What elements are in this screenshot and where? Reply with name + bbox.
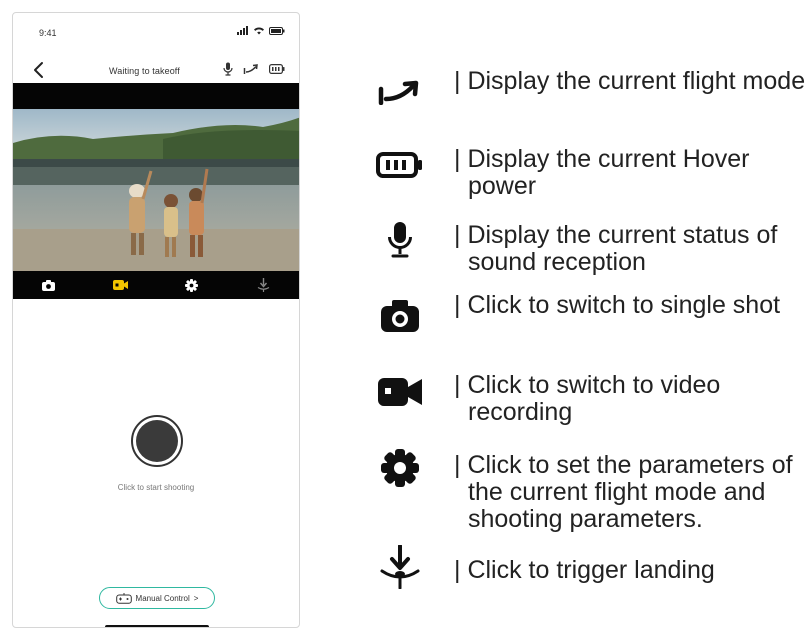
gear-icon	[185, 278, 199, 292]
status-battery-icon	[269, 26, 285, 35]
settings-button[interactable]	[182, 275, 202, 295]
home-indicator	[105, 625, 209, 627]
video-mode-button[interactable]	[110, 275, 130, 295]
camera-preview-image	[13, 109, 299, 271]
shutter-button-core	[136, 420, 178, 462]
chevron-right-icon: >	[193, 593, 199, 603]
landing-icon	[257, 278, 270, 292]
camera-icon	[42, 279, 56, 291]
battery-icon	[376, 152, 422, 178]
camera-feed	[13, 109, 299, 271]
legend-text: | Display the current Hover power	[454, 145, 750, 200]
camera-icon	[381, 300, 419, 332]
battery-icon	[269, 64, 285, 74]
landing-icon	[380, 545, 420, 589]
wifi-icon	[254, 27, 264, 35]
flight-mode-icon	[378, 80, 419, 105]
status-icons	[237, 26, 285, 35]
controller-icon	[115, 592, 132, 604]
shutter-hint: Click to start shooting	[117, 483, 195, 492]
legend-text: | Display the current status of sound re…	[454, 221, 778, 276]
video-camera-icon	[112, 280, 128, 290]
gear-icon	[381, 449, 419, 487]
phone-screen: 9:41 Waiting to takeoff Click to start s…	[12, 12, 300, 628]
microphone-icon	[223, 62, 233, 76]
legend-text: | Click to set the parameters of the cur…	[454, 451, 793, 533]
icon-legend: | Display the current flight mode | Disp…	[374, 0, 805, 632]
nav-icons	[223, 62, 285, 76]
video-camera-icon	[378, 378, 422, 406]
signal-icon	[237, 26, 248, 35]
manual-control-button[interactable]: Manual Control >	[99, 587, 215, 609]
photo-mode-button[interactable]	[39, 275, 59, 295]
landing-button[interactable]	[253, 275, 273, 295]
camera-top-band	[13, 83, 299, 109]
shutter-button[interactable]	[131, 415, 183, 467]
flight-status-title: Waiting to takeoff	[109, 66, 180, 76]
manual-control-label: Manual Control	[135, 593, 190, 603]
legend-text: | Click to switch to video recording	[454, 371, 721, 426]
legend-text: | Click to switch to single shot	[454, 291, 781, 319]
status-bar: 9:41	[13, 13, 299, 49]
mode-bar	[13, 271, 299, 299]
microphone-icon	[388, 222, 412, 258]
flight-mode-icon	[243, 64, 258, 74]
legend-text: | Display the current flight mode	[454, 67, 806, 95]
status-time: 9:41	[39, 28, 57, 38]
back-arrow-icon[interactable]	[31, 61, 47, 79]
legend-text: | Click to trigger landing	[454, 556, 715, 584]
